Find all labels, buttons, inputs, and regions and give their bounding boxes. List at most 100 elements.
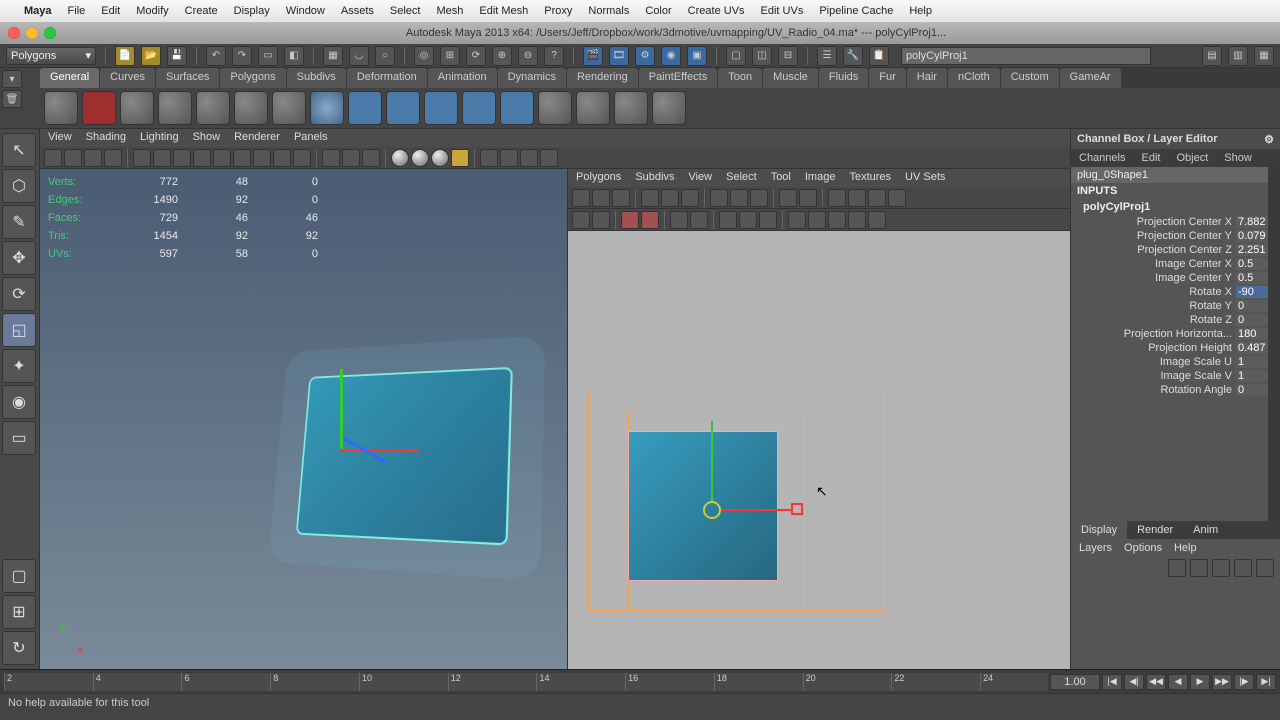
step-forward-key-icon[interactable]: |▶	[1234, 674, 1254, 690]
layers-menu-help[interactable]: Help	[1174, 542, 1197, 554]
uv-menu-tool[interactable]: Tool	[771, 171, 791, 185]
menu-help[interactable]: Help	[909, 5, 932, 17]
shelf-tab-muscle[interactable]: Muscle	[763, 68, 818, 88]
shelf-icon-6[interactable]	[234, 91, 268, 125]
menu-createuvs[interactable]: Create UVs	[688, 5, 745, 17]
uv-icon-lattice[interactable]	[788, 211, 806, 229]
uv-icon-2[interactable]	[592, 189, 610, 207]
toggle-channelbox-icon[interactable]: 📋	[869, 46, 889, 66]
show-menu[interactable]: Show	[1216, 149, 1260, 167]
ipr-render-icon[interactable]: 🎞	[609, 46, 629, 66]
selection-name-input[interactable]	[901, 47, 1151, 65]
vp-icon-camera[interactable]	[64, 149, 82, 167]
uv-icon-filtered[interactable]	[759, 211, 777, 229]
shelf-tab-fluids[interactable]: Fluids	[819, 68, 868, 88]
layer-new-selected-icon[interactable]	[1190, 559, 1208, 577]
go-to-end-icon[interactable]: ▶|	[1256, 674, 1276, 690]
uv-icon-3[interactable]	[612, 189, 630, 207]
current-frame-field[interactable]	[1050, 674, 1100, 690]
uv-icon-smudge[interactable]	[808, 211, 826, 229]
shelf-tab-surfaces[interactable]: Surfaces	[156, 68, 219, 88]
timeline-ruler[interactable]: 24681012141618202224	[4, 673, 1048, 691]
sidebar-toggle-1-icon[interactable]: ▤	[1202, 46, 1222, 66]
tab-render[interactable]: Render	[1127, 521, 1183, 539]
open-scene-icon[interactable]: 📂	[141, 46, 161, 66]
uv-icon-unfold[interactable]	[868, 211, 886, 229]
construction-history-icon[interactable]: ⊞	[440, 46, 460, 66]
viewport-menu-lighting[interactable]: Lighting	[140, 131, 179, 145]
snap-point-icon[interactable]: ○	[375, 46, 395, 66]
shelf-tab-toon[interactable]: Toon	[718, 68, 762, 88]
input-node-name[interactable]: polyCylProj1	[1071, 199, 1280, 215]
shelf-icon-8[interactable]	[310, 91, 344, 125]
menu-mesh[interactable]: Mesh	[436, 5, 463, 17]
channelbox-gear-icon[interactable]: ⚙	[1264, 133, 1274, 146]
last-tool[interactable]: ↻	[2, 631, 36, 665]
snap-curve-icon[interactable]: ◡	[349, 46, 369, 66]
shelf-icon-16[interactable]	[614, 91, 648, 125]
play-back-icon[interactable]: ◀	[1168, 674, 1188, 690]
vp-icon-gate[interactable]	[193, 149, 211, 167]
select-tool[interactable]: ↖	[2, 133, 36, 167]
window-minimize-icon[interactable]	[26, 27, 38, 39]
render-view-icon[interactable]: ▣	[687, 46, 707, 66]
vp-icon-light[interactable]	[293, 149, 311, 167]
uv-icon-grid-v[interactable]	[888, 189, 906, 207]
menu-window[interactable]: Window	[286, 5, 325, 17]
vp-icon-light-all[interactable]	[411, 149, 429, 167]
shelf-tab-animation[interactable]: Animation	[428, 68, 497, 88]
uv-menu-subdivs[interactable]: Subdivs	[635, 171, 674, 185]
uv-icon-select-border[interactable]	[592, 211, 610, 229]
uv-menu-uvsets[interactable]: UV Sets	[905, 171, 945, 185]
uv-icon-show-tex[interactable]	[690, 211, 708, 229]
viewport-menu-panels[interactable]: Panels	[294, 131, 328, 145]
shelf-trash-icon[interactable]: 🗑	[2, 90, 22, 108]
time-slider[interactable]: 24681012141618202224 |◀ ◀| ◀◀ ◀ ▶ ▶▶ |▶ …	[0, 669, 1280, 693]
uv-scale-handle[interactable]	[791, 503, 803, 515]
edit-menu[interactable]: Edit	[1133, 149, 1168, 167]
shelf-icon-3[interactable]	[120, 91, 154, 125]
layer-new-icon[interactable]	[1168, 559, 1186, 577]
vp-icon-xray[interactable]	[342, 149, 360, 167]
layer-move-down-icon[interactable]	[1256, 559, 1274, 577]
panel-layout-3-icon[interactable]: ⊟	[778, 46, 798, 66]
step-back-icon[interactable]: ◀◀	[1146, 674, 1166, 690]
four-pane-layout[interactable]: ⊞	[2, 595, 36, 629]
uv-icon-sew[interactable]	[730, 189, 748, 207]
attribute-row[interactable]: Rotate Y0	[1071, 299, 1280, 313]
input-connections-icon[interactable]: ⊕	[492, 46, 512, 66]
uv-canvas[interactable]: ↖	[568, 231, 1070, 669]
go-to-start-icon[interactable]: |◀	[1102, 674, 1122, 690]
menu-proxy[interactable]: Proxy	[544, 5, 572, 17]
shape-name[interactable]: plug_0Shape1	[1071, 167, 1280, 183]
viewport-menu-shading[interactable]: Shading	[86, 131, 126, 145]
shelf-tab-polygons[interactable]: Polygons	[220, 68, 285, 88]
attribute-row[interactable]: Image Scale U1	[1071, 355, 1280, 369]
menu-select[interactable]: Select	[390, 5, 421, 17]
menu-editmesh[interactable]: Edit Mesh	[479, 5, 528, 17]
scrollbar[interactable]	[1268, 167, 1280, 521]
sidebar-toggle-3-icon[interactable]: ▦	[1254, 46, 1274, 66]
viewport-menu-show[interactable]: Show	[193, 131, 221, 145]
shelf-tab-general[interactable]: General	[40, 68, 99, 88]
attribute-row[interactable]: Rotation Angle0	[1071, 383, 1280, 397]
panel-layout-2-icon[interactable]: ◫	[752, 46, 772, 66]
uv-menu-view[interactable]: View	[688, 171, 712, 185]
shelf-icon-5[interactable]	[196, 91, 230, 125]
viewport-menu-renderer[interactable]: Renderer	[234, 131, 280, 145]
hypershade-icon[interactable]: ◉	[661, 46, 681, 66]
vp-icon-film[interactable]	[153, 149, 171, 167]
viewport-3d[interactable]: Verts:772480Edges:1490920Faces:7294646Tr…	[40, 169, 567, 669]
menu-assets[interactable]: Assets	[341, 5, 374, 17]
vp-icon-twosided[interactable]	[520, 149, 538, 167]
vp-icon-xray-joint[interactable]	[362, 149, 380, 167]
move-tool[interactable]: ✥	[2, 241, 36, 275]
uv-icon-flip-v[interactable]	[661, 189, 679, 207]
shelf-tab-painteffects[interactable]: PaintEffects	[639, 68, 718, 88]
layer-move-up-icon[interactable]	[1234, 559, 1252, 577]
vp-icon-select[interactable]	[44, 149, 62, 167]
uv-menu-textures[interactable]: Textures	[849, 171, 891, 185]
uv-axis-u-handle[interactable]	[721, 509, 791, 511]
shelf-icon-11[interactable]	[424, 91, 458, 125]
step-back-key-icon[interactable]: ◀|	[1124, 674, 1144, 690]
